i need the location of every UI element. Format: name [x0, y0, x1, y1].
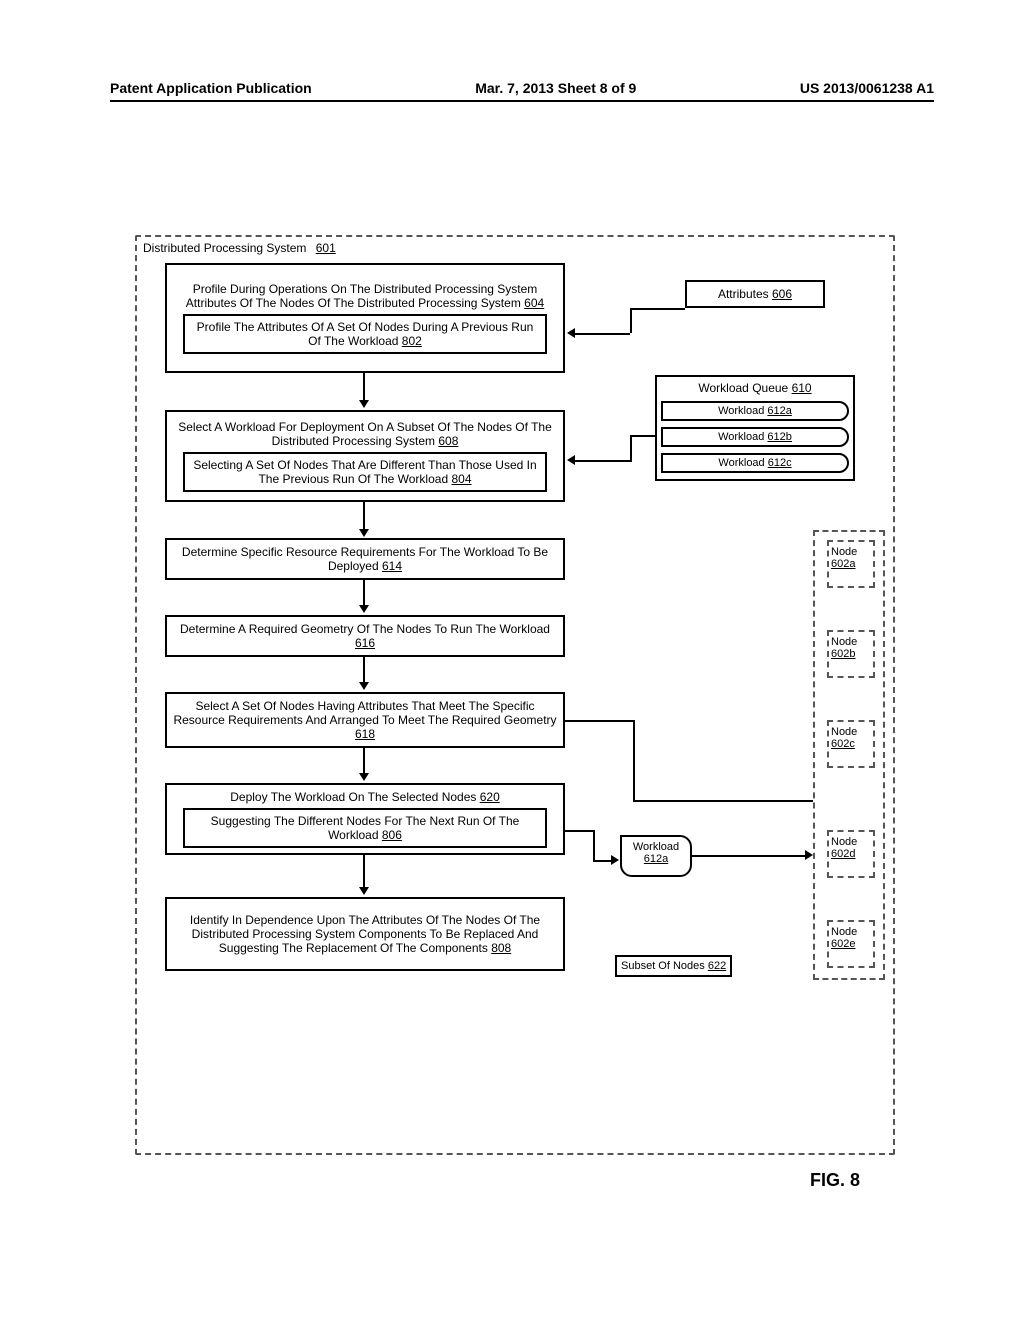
system-label: Distributed Processing System 601: [143, 241, 336, 255]
node-a: Node602a: [827, 540, 875, 588]
node-d: Node602d: [827, 830, 875, 878]
queue-item: Workload 612b: [661, 427, 849, 447]
queue-item: Workload 612a: [661, 401, 849, 421]
header-left: Patent Application Publication: [110, 80, 312, 96]
box-808: Identify In Dependence Upon The Attribut…: [165, 897, 565, 971]
box-616: Determine A Required Geometry Of The Nod…: [165, 615, 565, 657]
figure-label: FIG. 8: [810, 1170, 860, 1191]
workload-parallelogram: Workload 612a: [620, 835, 692, 877]
header-center: Mar. 7, 2013 Sheet 8 of 9: [475, 80, 636, 96]
node-e: Node602e: [827, 920, 875, 968]
box-604: Profile During Operations On The Distrib…: [165, 263, 565, 373]
node-b: Node602b: [827, 630, 875, 678]
diagram: Distributed Processing System 601 Profil…: [135, 235, 895, 1155]
node-c: Node602c: [827, 720, 875, 768]
header-right: US 2013/0061238 A1: [800, 80, 934, 96]
subset-box: Subset Of Nodes 622: [615, 955, 732, 977]
box-804: Selecting A Set Of Nodes That Are Differ…: [183, 452, 548, 492]
box-620: Deploy The Workload On The Selected Node…: [165, 783, 565, 855]
box-802: Profile The Attributes Of A Set Of Nodes…: [183, 314, 548, 354]
box-618: Select A Set Of Nodes Having Attributes …: [165, 692, 565, 748]
page-header: Patent Application Publication Mar. 7, 2…: [110, 80, 934, 102]
box-608: Select A Workload For Deployment On A Su…: [165, 410, 565, 502]
box-614: Determine Specific Resource Requirements…: [165, 538, 565, 580]
box-806: Suggesting The Different Nodes For The N…: [183, 808, 548, 848]
attributes-box: Attributes 606: [685, 280, 825, 308]
workload-queue: Workload Queue 610 Workload 612a Workloa…: [655, 375, 855, 481]
queue-item: Workload 612c: [661, 453, 849, 473]
